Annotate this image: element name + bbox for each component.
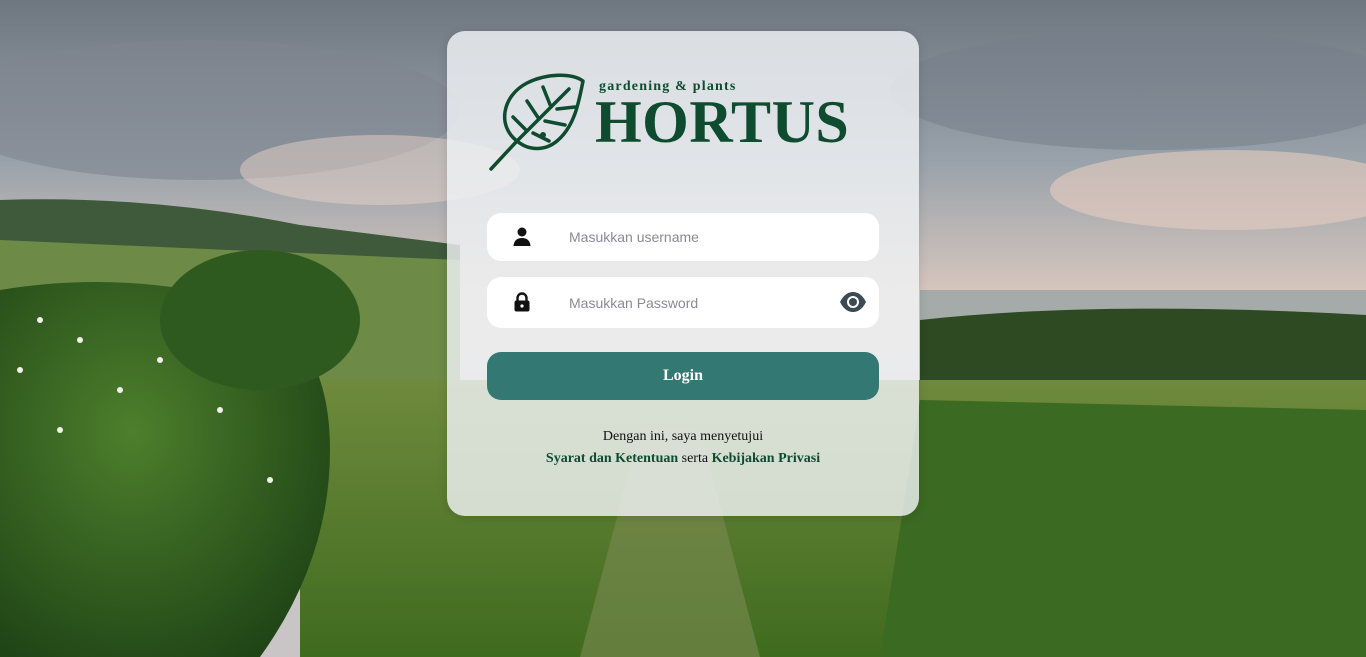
privacy-link[interactable]: Kebijakan Privasi [712, 451, 821, 466]
monstera-leaf-icon [489, 73, 585, 171]
password-field[interactable] [487, 277, 879, 328]
eye-icon[interactable] [839, 291, 867, 313]
username-field[interactable] [487, 213, 879, 261]
brand-name: HORTUS [595, 89, 850, 155]
password-input[interactable] [569, 277, 819, 328]
username-input[interactable] [569, 213, 819, 261]
agreement-text: Dengan ini, saya menyetujui Syarat dan K… [447, 429, 919, 467]
terms-link[interactable]: Syarat dan Ketentuan [546, 451, 678, 466]
login-card: gardening & plants HORTUS Login Dengan i… [447, 31, 919, 516]
brand-logo: gardening & plants HORTUS [487, 69, 850, 179]
login-button[interactable]: Login [487, 352, 879, 400]
agreement-line: Dengan ini, saya menyetujui [602, 429, 764, 444]
agreement-connector: serta [681, 451, 709, 466]
agreement-links-line: Syarat dan Ketentuan serta Kebijakan Pri… [447, 451, 919, 467]
user-icon [513, 227, 531, 246]
lock-icon [514, 292, 530, 312]
